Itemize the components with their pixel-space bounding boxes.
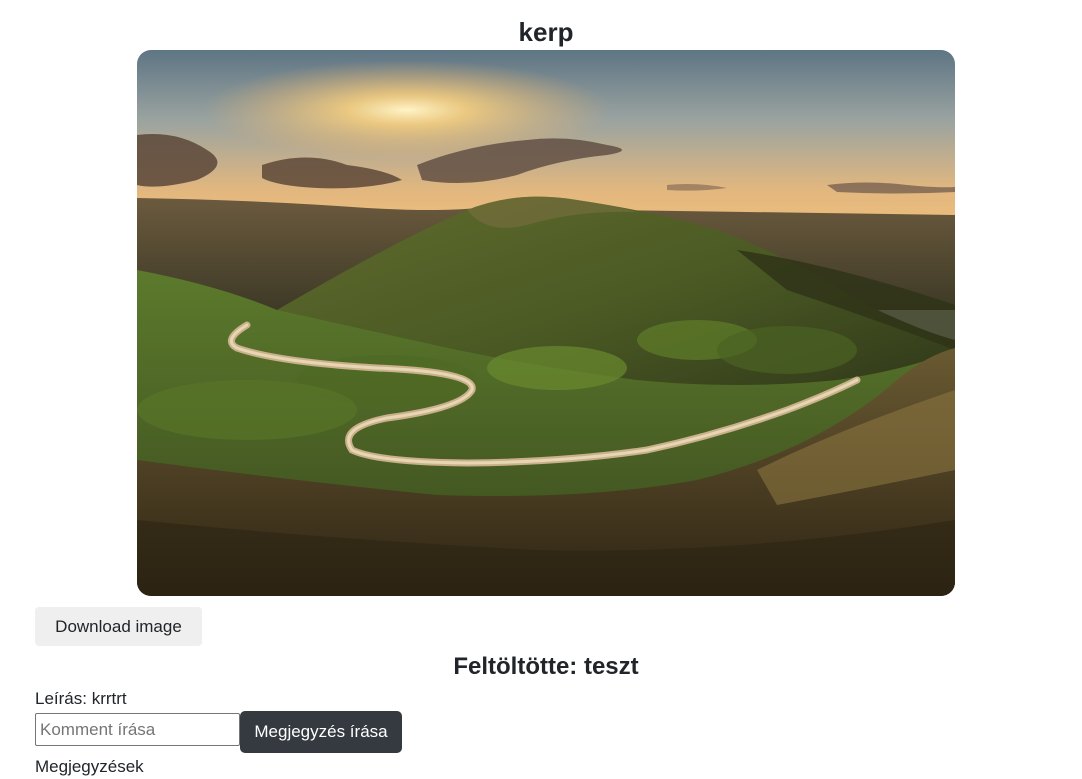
comment-input[interactable] xyxy=(35,713,240,746)
comments-heading: Megjegyzések xyxy=(35,757,144,776)
description-text: Leírás: krrtrt xyxy=(35,689,127,708)
uploader-label: Feltöltötte: teszt xyxy=(453,653,639,680)
download-image-button[interactable]: Download image xyxy=(35,607,202,646)
post-image xyxy=(137,50,955,596)
post-page: kerp Download image Feltöltötte: teszt L… xyxy=(0,0,1082,779)
write-comment-button[interactable]: Megjegyzés írása xyxy=(240,711,402,753)
post-title: kerp xyxy=(518,17,574,47)
